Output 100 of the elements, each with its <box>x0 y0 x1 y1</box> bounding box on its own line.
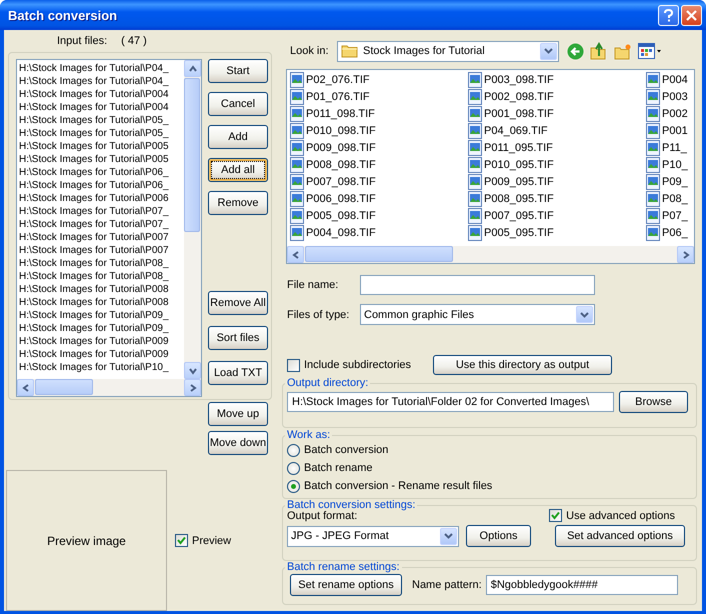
file-name-item[interactable]: P011_095.TIF <box>484 142 553 154</box>
output-format-dropdown[interactable]: JPG - JPEG Format <box>287 526 459 546</box>
checkbox[interactable] <box>549 509 562 522</box>
file-name-item[interactable]: P008_095.TIF <box>484 192 554 204</box>
close-button[interactable] <box>681 4 702 26</box>
file-name-field[interactable] <box>360 274 595 294</box>
options-button[interactable]: Options <box>466 525 531 547</box>
group-title: Batch rename settings: <box>286 561 401 573</box>
file-name-item[interactable]: P003 <box>662 90 688 102</box>
file-path-item[interactable]: H:\Stock Images for Tutorial\P007 <box>19 231 184 244</box>
file-path-item[interactable]: H:\Stock Images for Tutorial\P004 <box>19 101 184 114</box>
set-rename-options-button[interactable]: Set rename options <box>290 574 402 596</box>
cancel-button[interactable]: Cancel <box>208 92 268 116</box>
files-of-type-value: Common graphic Files <box>364 308 476 320</box>
help-button[interactable] <box>658 4 679 26</box>
file-name-item[interactable]: P001 <box>662 124 688 136</box>
scrollbar-thumb[interactable] <box>35 379 93 395</box>
file-name-item[interactable]: P005_095.TIF <box>484 226 554 238</box>
file-name-item[interactable]: P009_095.TIF <box>484 176 554 188</box>
file-path-item[interactable]: H:\Stock Images for Tutorial\P008 <box>19 283 184 296</box>
file-name-item[interactable]: P002 <box>662 108 688 120</box>
move-up-button[interactable]: Move up <box>208 402 268 426</box>
file-path-item[interactable]: H:\Stock Images for Tutorial\P007 <box>19 244 184 257</box>
use-directory-button[interactable]: Use this directory as output <box>433 355 612 375</box>
file-browser-list[interactable] <box>286 69 695 264</box>
file-name-item[interactable]: P011_098.TIF <box>306 108 375 120</box>
sort-files-button[interactable]: Sort files <box>208 326 268 350</box>
file-name-item[interactable]: P004 <box>662 74 688 86</box>
file-path-item[interactable]: H:\Stock Images for Tutorial\P008 <box>19 296 184 309</box>
checkbox-label: Preview <box>192 534 232 546</box>
checkbox[interactable] <box>287 358 300 372</box>
file-name-item[interactable]: P11_ <box>662 142 687 154</box>
checkbox[interactable] <box>175 534 188 547</box>
file-path-item[interactable]: H:\Stock Images for Tutorial\P08_ <box>19 270 184 283</box>
set-advanced-options-button[interactable]: Set advanced options <box>555 525 685 547</box>
file-path-item[interactable]: H:\Stock Images for Tutorial\P009 <box>19 335 184 348</box>
file-path-item[interactable]: H:\Stock Images for Tutorial\P009 <box>19 348 184 361</box>
scrollbar-thumb[interactable] <box>305 246 453 262</box>
horizontal-scrollbar[interactable] <box>287 246 694 263</box>
file-path-item[interactable]: H:\Stock Images for Tutorial\P10_ <box>19 361 184 374</box>
horizontal-scrollbar[interactable] <box>17 379 201 396</box>
file-path-item[interactable]: H:\Stock Images for Tutorial\P09_ <box>19 322 184 335</box>
file-path-item[interactable]: H:\Stock Images for Tutorial\P004 <box>19 88 184 101</box>
file-name-item[interactable]: P008_098.TIF <box>306 158 376 170</box>
file-name-item[interactable]: P06_ <box>662 226 688 238</box>
look-in-dropdown[interactable]: Stock Images for Tutorial <box>337 40 559 62</box>
files-of-type-dropdown[interactable]: Common graphic Files <box>360 304 595 325</box>
radio-button[interactable] <box>287 480 300 492</box>
file-name-item[interactable]: P07_ <box>662 210 688 222</box>
file-path-item[interactable]: H:\Stock Images for Tutorial\P08_ <box>19 257 184 270</box>
file-path-item[interactable]: H:\Stock Images for Tutorial\P07_ <box>19 205 184 218</box>
file-path-item[interactable]: H:\Stock Images for Tutorial\P09_ <box>19 309 184 322</box>
view-menu-icon[interactable] <box>638 43 662 59</box>
file-name-item[interactable]: P006_098.TIF <box>306 192 376 204</box>
image-file-icon <box>290 122 304 138</box>
file-name-item[interactable]: P04_069.TIF <box>484 124 548 136</box>
remove-button[interactable]: Remove <box>208 191 268 215</box>
radio-button[interactable] <box>287 462 300 474</box>
file-path-item[interactable]: H:\Stock Images for Tutorial\P04_ <box>19 62 184 75</box>
image-file-icon <box>646 190 660 206</box>
file-name-item[interactable]: P002_098.TIF <box>484 90 554 102</box>
file-name-item[interactable]: P10_ <box>662 158 688 170</box>
move-down-button[interactable]: Move down <box>208 431 268 455</box>
radio-button[interactable] <box>287 444 300 456</box>
file-path-item[interactable]: H:\Stock Images for Tutorial\P005 <box>19 140 184 153</box>
add-all-button[interactable]: Add all <box>208 158 268 182</box>
file-name-item[interactable]: P003_098.TIF <box>484 74 554 86</box>
vertical-scrollbar[interactable] <box>184 60 201 379</box>
scrollbar-thumb[interactable] <box>184 78 200 232</box>
file-path-item[interactable]: H:\Stock Images for Tutorial\P06_ <box>19 166 184 179</box>
output-directory-field[interactable]: H:\Stock Images for Tutorial\Folder 02 for Converted Images\ <box>287 392 614 412</box>
remove-all-button[interactable]: Remove All <box>208 291 268 315</box>
file-name-item[interactable]: P001_098.TIF <box>484 108 554 120</box>
file-path-item[interactable]: H:\Stock Images for Tutorial\P07_ <box>19 218 184 231</box>
file-name-item[interactable]: P010_098.TIF <box>306 124 376 136</box>
up-folder-icon[interactable] <box>590 42 608 60</box>
file-path-item[interactable]: H:\Stock Images for Tutorial\P05_ <box>19 127 184 140</box>
file-path-item[interactable]: H:\Stock Images for Tutorial\P05_ <box>19 114 184 127</box>
name-pattern-field[interactable]: $Ngobbledygook#### <box>486 575 678 595</box>
file-name-item[interactable]: P08_ <box>662 192 688 204</box>
file-name-item[interactable]: P02_076.TIF <box>306 74 370 86</box>
load-txt-button[interactable]: Load TXT <box>208 361 268 385</box>
file-name-item[interactable]: P005_098.TIF <box>306 210 376 222</box>
file-name-item[interactable]: P010_095.TIF <box>484 158 554 170</box>
add-button[interactable]: Add <box>208 125 268 149</box>
file-path-item[interactable]: H:\Stock Images for Tutorial\P04_ <box>19 75 184 88</box>
file-name-item[interactable]: P004_098.TIF <box>306 226 376 238</box>
file-name-item[interactable]: P01_076.TIF <box>306 90 370 102</box>
file-path-item[interactable]: H:\Stock Images for Tutorial\P006 <box>19 192 184 205</box>
input-file-list[interactable] <box>16 59 202 397</box>
file-path-item[interactable]: H:\Stock Images for Tutorial\P06_ <box>19 179 184 192</box>
file-name-item[interactable]: P009_098.TIF <box>306 142 376 154</box>
image-file-icon <box>290 156 304 172</box>
group-title: Batch conversion settings: <box>286 499 416 511</box>
file-name-item[interactable]: P007_098.TIF <box>306 176 376 188</box>
start-button[interactable]: Start <box>208 59 268 83</box>
file-path-item[interactable]: H:\Stock Images for Tutorial\P005 <box>19 153 184 166</box>
browse-button[interactable]: Browse <box>619 391 688 413</box>
file-name-item[interactable]: P007_095.TIF <box>484 210 554 222</box>
file-name-item[interactable]: P09_ <box>662 176 688 188</box>
